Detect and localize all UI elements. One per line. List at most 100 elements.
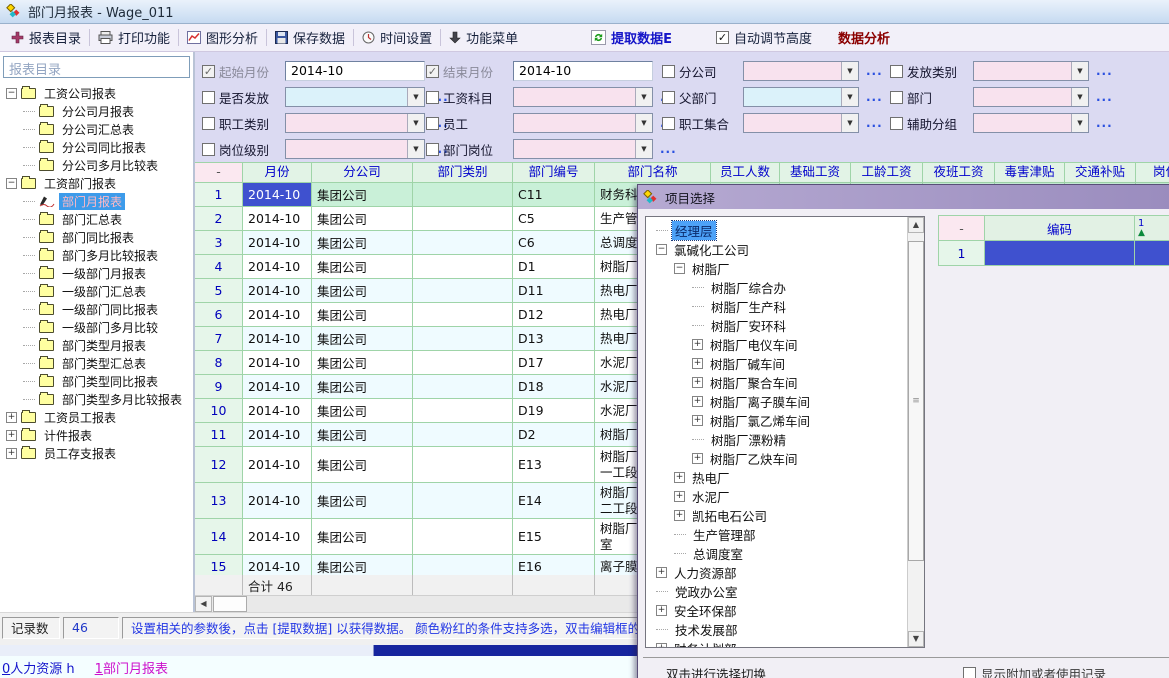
project-tree-item[interactable]: +热电厂 xyxy=(646,468,907,487)
chevron-down-icon[interactable]: ▼ xyxy=(841,88,858,106)
table-cell[interactable]: 2014-10 xyxy=(243,519,312,555)
project-tree-item[interactable]: 经理层 xyxy=(646,221,907,240)
table-cell[interactable]: 2014-10 xyxy=(243,375,312,399)
table-cell[interactable]: 2014-10 xyxy=(243,231,312,255)
table-cell[interactable]: 集团公司 xyxy=(312,351,413,375)
table-cell[interactable]: E14 xyxy=(513,483,595,519)
expand-icon[interactable]: + xyxy=(6,448,17,459)
column-header[interactable]: 岗位 xyxy=(1136,163,1169,183)
project-tree-item[interactable]: 党政办公室 xyxy=(646,582,907,601)
filter-dropdown[interactable]: ▼ xyxy=(973,61,1089,81)
expand-icon[interactable]: + xyxy=(656,643,667,647)
collapse-icon[interactable]: − xyxy=(6,178,17,189)
taskbar-item-report[interactable]: 1部门月报表 xyxy=(95,658,168,677)
row-number[interactable]: 15 xyxy=(195,555,243,575)
column-header[interactable]: 交通补贴 xyxy=(1065,163,1136,183)
project-tree-item[interactable]: −树脂厂 xyxy=(646,259,907,278)
table-cell[interactable]: 集团公司 xyxy=(312,447,413,483)
row-number[interactable]: 2 xyxy=(195,207,243,231)
filter-dropdown[interactable]: ▼ xyxy=(743,87,859,107)
report-tree-item[interactable]: −工资公司报表 xyxy=(2,84,191,102)
toolbar-button-5[interactable]: 时间设置 xyxy=(355,26,439,50)
expand-icon[interactable]: + xyxy=(692,339,703,350)
filter-checkbox[interactable] xyxy=(662,91,675,104)
expand-icon[interactable]: + xyxy=(692,377,703,388)
row-number[interactable]: 4 xyxy=(195,255,243,279)
grid-code-header[interactable]: 编码 xyxy=(985,215,1135,241)
project-tree-item[interactable]: 技术发展部 xyxy=(646,620,907,639)
table-cell[interactable]: C5 xyxy=(513,207,595,231)
table-cell[interactable]: 2014-10 xyxy=(243,399,312,423)
report-tree-item[interactable]: 部门同比报表 xyxy=(2,228,191,246)
table-cell[interactable]: D11 xyxy=(513,279,595,303)
expand-icon[interactable]: + xyxy=(674,472,685,483)
report-tree-item[interactable]: +工资员工报表 xyxy=(2,408,191,426)
grid-sort-header[interactable]: 1 ▲ xyxy=(1135,215,1169,241)
project-tree-item[interactable]: 树脂厂安环科 xyxy=(646,316,907,335)
expand-icon[interactable]: + xyxy=(6,412,17,423)
grid-cell-selected[interactable] xyxy=(985,241,1135,266)
filter-checkbox[interactable] xyxy=(426,91,439,104)
scroll-up-icon[interactable]: ▲ xyxy=(908,217,924,233)
project-tree-item[interactable]: +水泥厂 xyxy=(646,487,907,506)
table-cell[interactable]: 集团公司 xyxy=(312,399,413,423)
chevron-down-icon[interactable]: ▼ xyxy=(635,114,652,132)
column-header[interactable]: - xyxy=(195,163,243,183)
table-cell[interactable]: 2014-10 xyxy=(243,555,312,575)
project-tree-item[interactable]: 总调度室 xyxy=(646,544,907,563)
filter-dropdown[interactable]: ▼ xyxy=(513,113,653,133)
table-cell[interactable]: C11 xyxy=(513,183,595,207)
table-cell[interactable]: 集团公司 xyxy=(312,279,413,303)
more-options-button[interactable]: ... xyxy=(1096,116,1113,130)
column-header[interactable]: 月份 xyxy=(243,163,312,183)
filter-checkbox[interactable] xyxy=(890,117,903,130)
table-cell[interactable] xyxy=(413,351,513,375)
filter-dropdown[interactable]: ▼ xyxy=(285,87,425,107)
filter-checkbox[interactable] xyxy=(202,143,215,156)
grid-row-number[interactable]: 1 xyxy=(938,241,985,266)
filter-dropdown[interactable]: ▼ xyxy=(285,113,425,133)
table-cell[interactable] xyxy=(413,519,513,555)
table-cell[interactable]: 集团公司 xyxy=(312,519,413,555)
filter-dropdown[interactable]: ▼ xyxy=(743,113,859,133)
project-tree-item[interactable]: +人力资源部 xyxy=(646,563,907,582)
report-tree-item[interactable]: 部门类型多月比较报表 xyxy=(2,390,191,408)
table-cell[interactable]: 集团公司 xyxy=(312,303,413,327)
report-tree-item[interactable]: +计件报表 xyxy=(2,426,191,444)
chevron-down-icon[interactable]: ▼ xyxy=(635,88,652,106)
row-number[interactable]: 5 xyxy=(195,279,243,303)
table-cell[interactable]: 2014-10 xyxy=(243,183,312,207)
scrollbar-thumb[interactable] xyxy=(213,596,247,612)
table-cell[interactable] xyxy=(413,399,513,423)
table-cell[interactable]: 集团公司 xyxy=(312,183,413,207)
report-tree-item[interactable]: 一级部门汇总表 xyxy=(2,282,191,300)
table-cell[interactable] xyxy=(413,483,513,519)
project-tree-item[interactable]: +树脂厂离子膜车间 xyxy=(646,392,907,411)
table-cell[interactable]: 集团公司 xyxy=(312,483,413,519)
project-tree-item[interactable]: −氯碱化工公司 xyxy=(646,240,907,259)
filter-dropdown[interactable]: ▼ xyxy=(973,87,1089,107)
collapse-icon[interactable]: − xyxy=(674,263,685,274)
table-cell[interactable]: D2 xyxy=(513,423,595,447)
report-tree-item[interactable]: 部门月报表 xyxy=(2,192,191,210)
table-cell[interactable]: E16 xyxy=(513,555,595,575)
show-record-checkbox[interactable]: 显示附加或者使用记录 xyxy=(963,664,1106,678)
project-tree-item[interactable]: +凯拓电石公司 xyxy=(646,506,907,525)
chevron-down-icon[interactable]: ▼ xyxy=(841,114,858,132)
expand-icon[interactable]: + xyxy=(692,358,703,369)
filter-checkbox[interactable] xyxy=(662,117,675,130)
table-cell[interactable]: 集团公司 xyxy=(312,375,413,399)
table-cell[interactable]: E15 xyxy=(513,519,595,555)
grid-cell-selected[interactable] xyxy=(1135,241,1169,266)
table-cell[interactable] xyxy=(413,423,513,447)
project-tree-item[interactable]: +财务计划部 xyxy=(646,639,907,647)
filter-checkbox[interactable] xyxy=(202,91,215,104)
column-header[interactable]: 部门类别 xyxy=(413,163,513,183)
collapse-icon[interactable]: − xyxy=(6,88,17,99)
chevron-down-icon[interactable]: ▼ xyxy=(407,140,424,158)
table-cell[interactable] xyxy=(413,207,513,231)
project-tree-item[interactable]: +树脂厂电仪车间 xyxy=(646,335,907,354)
extract-data-button[interactable]: 提取数据E xyxy=(591,28,672,47)
table-cell[interactable]: D18 xyxy=(513,375,595,399)
expand-icon[interactable]: + xyxy=(692,453,703,464)
